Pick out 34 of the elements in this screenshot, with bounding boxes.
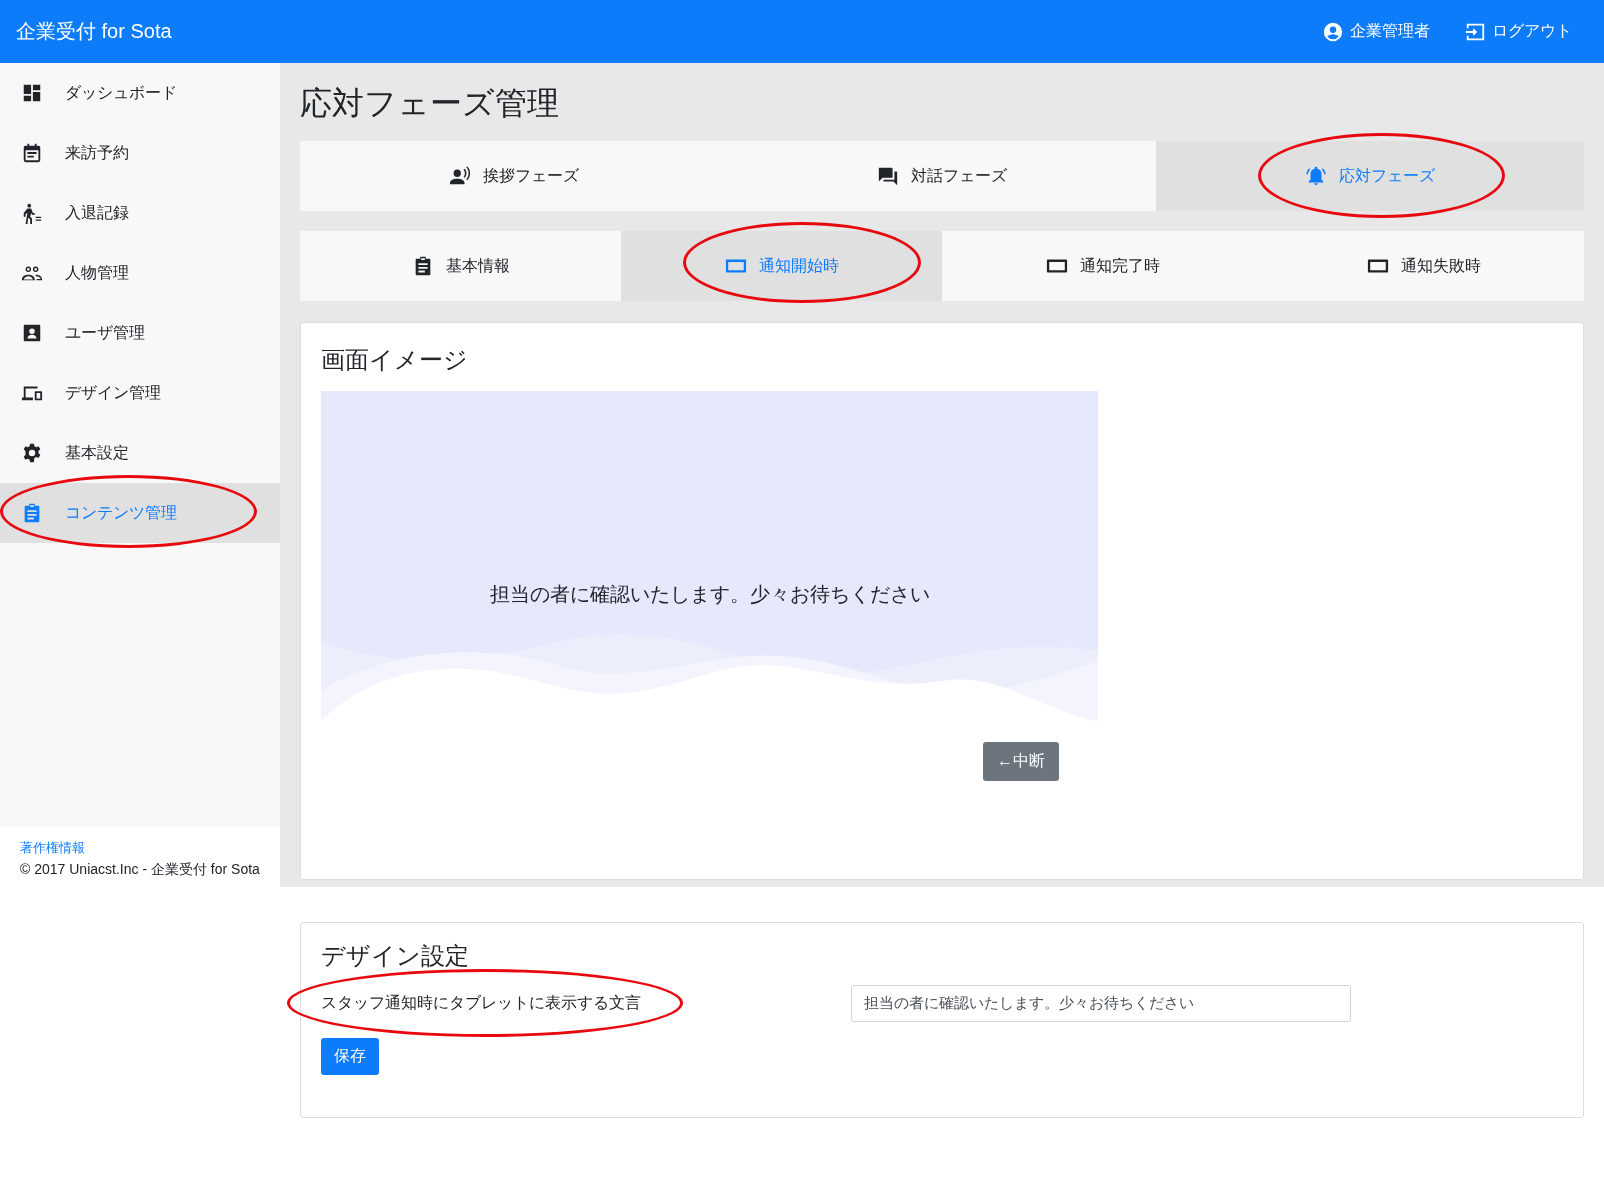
chat-icon bbox=[877, 165, 899, 187]
sidebar-item[interactable]: 入退記録 bbox=[0, 183, 280, 243]
sub-tab[interactable]: 基本情報 bbox=[300, 231, 621, 301]
sidebar-item[interactable]: ユーザ管理 bbox=[0, 303, 280, 363]
sidebar-item[interactable]: 基本設定 bbox=[0, 423, 280, 483]
user-icon bbox=[1322, 20, 1344, 43]
card-title: 画面イメージ bbox=[321, 345, 469, 375]
copyright-link[interactable]: 著作権情報 bbox=[20, 839, 85, 857]
sidebar-item[interactable]: ダッシュボード bbox=[0, 63, 280, 123]
calendar-icon bbox=[21, 142, 43, 164]
dashboard-icon bbox=[21, 82, 43, 104]
field-label: スタッフ通知時にタブレットに表示する文言 bbox=[321, 994, 641, 1011]
phase-tab[interactable]: 対話フェーズ bbox=[728, 141, 1156, 211]
bell-icon bbox=[1305, 165, 1327, 187]
user-link[interactable]: 企業管理者 bbox=[1322, 20, 1430, 43]
sidebar-item[interactable]: 来訪予約 bbox=[0, 123, 280, 183]
walking-person-icon bbox=[21, 202, 43, 224]
preview-message: 担当の者に確認いたします。少々お待ちください bbox=[488, 582, 931, 607]
contact-card-icon bbox=[21, 322, 43, 344]
sidebar-item[interactable]: デザイン管理 bbox=[0, 363, 280, 423]
abort-button[interactable]: ←中断 bbox=[983, 742, 1059, 781]
sub-tab[interactable]: 通知完了時 bbox=[942, 231, 1263, 301]
page-title: 応対フェーズ管理 bbox=[300, 84, 560, 123]
card-title: デザイン設定 bbox=[321, 941, 470, 971]
brand-title[interactable]: 企業受付 for Sota bbox=[16, 18, 172, 45]
save-button[interactable]: 保存 bbox=[321, 1038, 379, 1075]
logout-link[interactable]: ログアウト bbox=[1464, 20, 1572, 43]
phase-tab[interactable]: 挨拶フェーズ bbox=[300, 141, 728, 211]
settings-icon bbox=[21, 442, 43, 464]
message-input-field[interactable]: 担当の者に確認いたします。少々お待ちください bbox=[851, 985, 1351, 1022]
sub-tab[interactable]: 通知失敗時 bbox=[1263, 231, 1584, 301]
sidebar-item[interactable]: 人物管理 bbox=[0, 243, 280, 303]
speaking-person-icon bbox=[449, 165, 471, 187]
copyright-text: © 2017 Uniacst.Inc - 企業受付 for Sota bbox=[20, 861, 260, 879]
